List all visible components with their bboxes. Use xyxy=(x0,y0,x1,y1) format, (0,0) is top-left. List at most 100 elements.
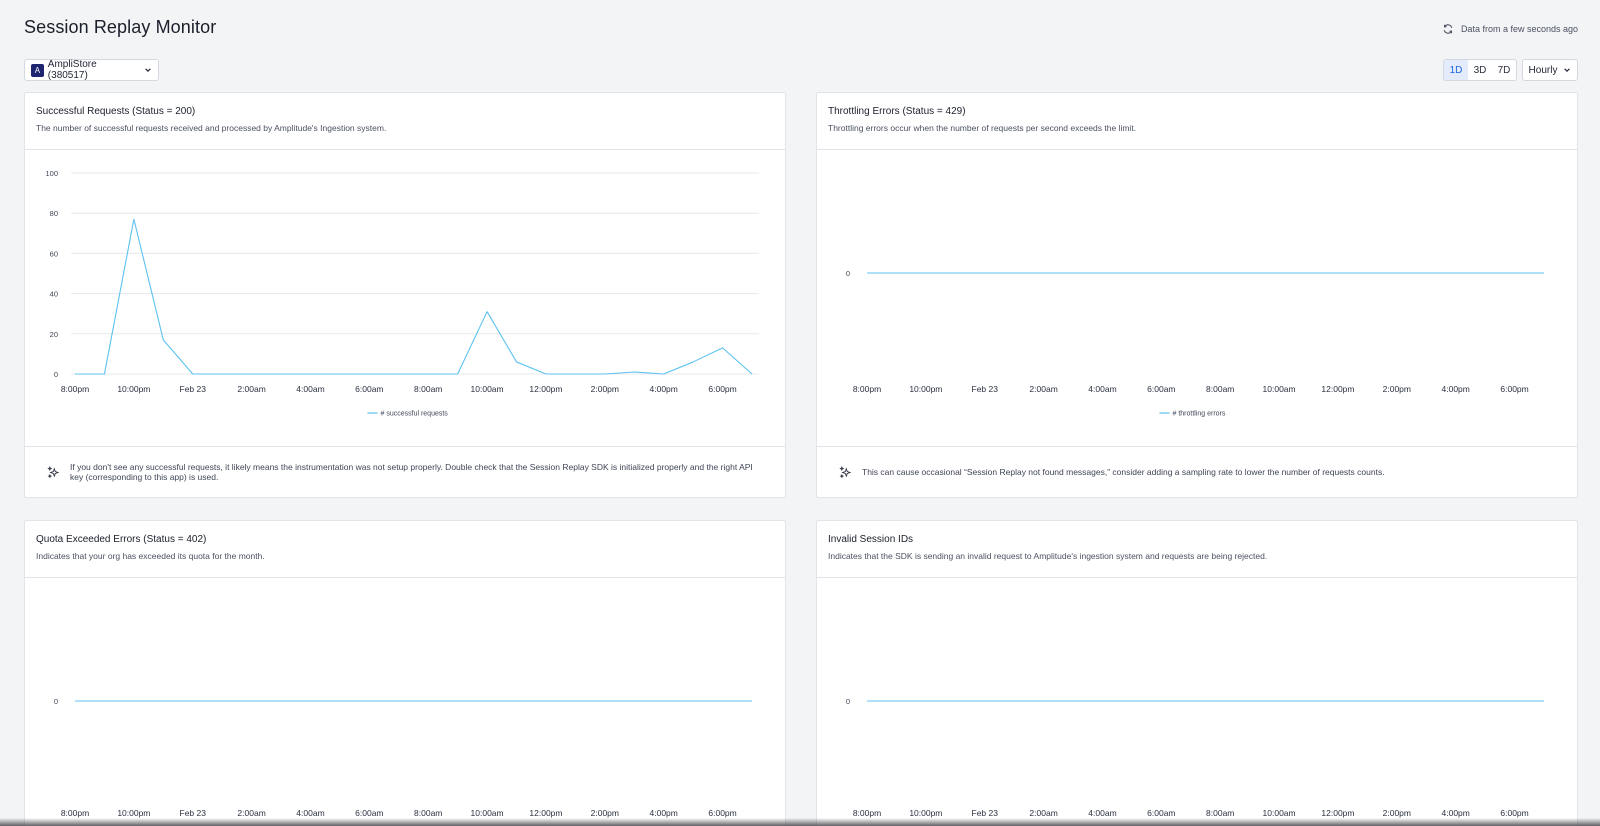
data-point[interactable] xyxy=(1337,272,1339,274)
data-point[interactable] xyxy=(368,700,370,702)
data-point[interactable] xyxy=(1543,700,1545,702)
data-point[interactable] xyxy=(1513,272,1515,274)
data-point[interactable] xyxy=(515,361,517,363)
data-point[interactable] xyxy=(133,218,135,220)
data-point[interactable] xyxy=(1454,272,1456,274)
data-point[interactable] xyxy=(339,373,341,375)
data-point[interactable] xyxy=(339,700,341,702)
data-point[interactable] xyxy=(1190,272,1192,274)
data-point[interactable] xyxy=(1190,700,1192,702)
data-point[interactable] xyxy=(1425,272,1427,274)
data-point[interactable] xyxy=(368,373,370,375)
data-point[interactable] xyxy=(574,373,576,375)
data-point[interactable] xyxy=(925,272,927,274)
range-1d-button[interactable]: 1D xyxy=(1444,60,1468,80)
data-point[interactable] xyxy=(103,373,105,375)
data-point[interactable] xyxy=(1042,272,1044,274)
data-point[interactable] xyxy=(133,700,135,702)
data-point[interactable] xyxy=(1101,272,1103,274)
data-point[interactable] xyxy=(1072,700,1074,702)
data-point[interactable] xyxy=(662,373,664,375)
data-point[interactable] xyxy=(1307,272,1309,274)
legend-label[interactable]: # successful requests xyxy=(381,411,449,418)
range-7d-button[interactable]: 7D xyxy=(1492,60,1516,80)
data-point[interactable] xyxy=(221,700,223,702)
data-point[interactable] xyxy=(309,373,311,375)
data-point[interactable] xyxy=(486,310,488,312)
data-point[interactable] xyxy=(1013,272,1015,274)
data-point[interactable] xyxy=(103,700,105,702)
interval-selector[interactable]: Hourly xyxy=(1522,59,1578,81)
data-point[interactable] xyxy=(192,700,194,702)
data-point[interactable] xyxy=(1160,700,1162,702)
data-point[interactable] xyxy=(545,700,547,702)
data-point[interactable] xyxy=(984,700,986,702)
data-point[interactable] xyxy=(1307,700,1309,702)
data-point[interactable] xyxy=(545,373,547,375)
data-point[interactable] xyxy=(250,700,252,702)
data-point[interactable] xyxy=(1425,700,1427,702)
data-point[interactable] xyxy=(486,700,488,702)
data-point[interactable] xyxy=(1278,700,1280,702)
data-point[interactable] xyxy=(1366,272,1368,274)
data-point[interactable] xyxy=(1131,272,1133,274)
data-point[interactable] xyxy=(221,373,223,375)
data-point[interactable] xyxy=(954,700,956,702)
data-point[interactable] xyxy=(74,700,76,702)
data-point[interactable] xyxy=(1484,272,1486,274)
data-point[interactable] xyxy=(280,700,282,702)
data-point[interactable] xyxy=(1513,700,1515,702)
data-point[interactable] xyxy=(866,700,868,702)
data-point[interactable] xyxy=(604,373,606,375)
data-point[interactable] xyxy=(692,700,694,702)
data-point[interactable] xyxy=(1072,272,1074,274)
data-point[interactable] xyxy=(1248,272,1250,274)
data-point[interactable] xyxy=(309,700,311,702)
data-point[interactable] xyxy=(1454,700,1456,702)
data-point[interactable] xyxy=(1278,272,1280,274)
data-point[interactable] xyxy=(1396,272,1398,274)
data-point[interactable] xyxy=(1543,272,1545,274)
data-point[interactable] xyxy=(427,373,429,375)
data-point[interactable] xyxy=(456,373,458,375)
data-point[interactable] xyxy=(162,339,164,341)
data-point[interactable] xyxy=(633,700,635,702)
data-point[interactable] xyxy=(1219,700,1221,702)
data-point[interactable] xyxy=(751,700,753,702)
range-3d-button[interactable]: 3D xyxy=(1468,60,1492,80)
data-point[interactable] xyxy=(895,272,897,274)
data-point[interactable] xyxy=(721,700,723,702)
data-point[interactable] xyxy=(895,700,897,702)
data-point[interactable] xyxy=(162,700,164,702)
data-point[interactable] xyxy=(751,373,753,375)
data-point[interactable] xyxy=(1160,272,1162,274)
data-point[interactable] xyxy=(456,700,458,702)
data-point[interactable] xyxy=(692,361,694,363)
data-point[interactable] xyxy=(515,700,517,702)
data-point[interactable] xyxy=(984,272,986,274)
data-point[interactable] xyxy=(1337,700,1339,702)
data-point[interactable] xyxy=(954,272,956,274)
data-point[interactable] xyxy=(662,700,664,702)
data-point[interactable] xyxy=(633,371,635,373)
data-point[interactable] xyxy=(398,373,400,375)
data-point[interactable] xyxy=(1013,700,1015,702)
series-line[interactable] xyxy=(75,218,753,375)
data-freshness[interactable]: Data from a few seconds ago xyxy=(1442,23,1578,35)
data-point[interactable] xyxy=(1366,700,1368,702)
data-point[interactable] xyxy=(1101,700,1103,702)
data-point[interactable] xyxy=(1131,700,1133,702)
data-point[interactable] xyxy=(1484,700,1486,702)
data-point[interactable] xyxy=(1042,700,1044,702)
legend-label[interactable]: # throttling errors xyxy=(1173,411,1226,418)
data-point[interactable] xyxy=(1248,700,1250,702)
data-point[interactable] xyxy=(721,347,723,349)
data-point[interactable] xyxy=(1396,700,1398,702)
data-point[interactable] xyxy=(398,700,400,702)
data-point[interactable] xyxy=(574,700,576,702)
data-point[interactable] xyxy=(427,700,429,702)
data-point[interactable] xyxy=(192,373,194,375)
data-point[interactable] xyxy=(280,373,282,375)
data-point[interactable] xyxy=(250,373,252,375)
data-point[interactable] xyxy=(74,373,76,375)
